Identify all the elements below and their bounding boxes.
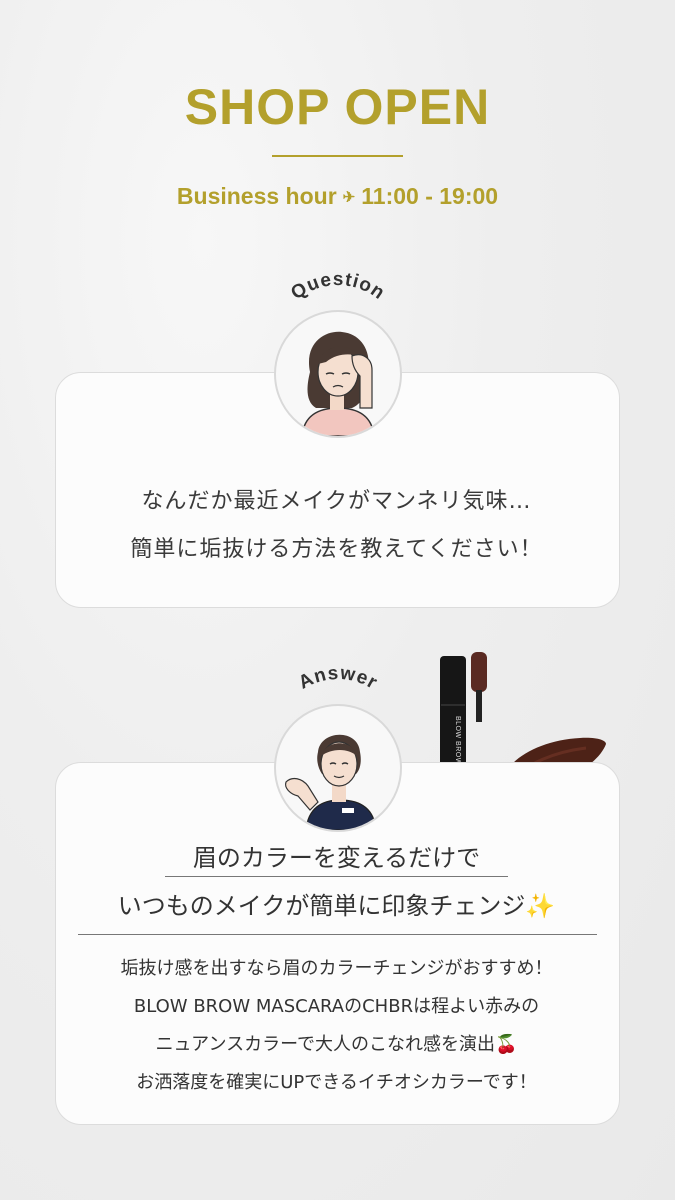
business-hours-value: 11:00 - 19:00 xyxy=(361,183,499,209)
svg-text:Question: Question xyxy=(287,270,389,304)
question-line: なんだか最近メイクがマンネリ気味… xyxy=(141,489,532,514)
svg-text:Answer: Answer xyxy=(295,664,381,694)
business-hours-label: Business hour xyxy=(176,183,337,209)
business-hours: Business hour ✈ 11:00 - 19:00 xyxy=(0,183,675,210)
answer-body-line: 垢抜け感を出すなら眉のカラーチェンジがおすすめ！ xyxy=(120,958,553,979)
staff-woman-illustration xyxy=(285,734,377,830)
headline-underline xyxy=(165,876,508,877)
page-title: SHOP OPEN xyxy=(184,79,491,135)
answer-body-line: お洒落度を確実にUPできるイチオシカラーです！ xyxy=(136,1072,537,1093)
answer-body: 垢抜け感を出すなら眉のカラーチェンジがおすすめ！ BLOW BROW MASCA… xyxy=(55,950,618,1102)
answer-headline-line: いつものメイクが簡単に印象チェンジ✨ xyxy=(117,892,556,920)
answer-body-line: ニュアンスカラーで大人のこなれ感を演出🍒 xyxy=(155,1034,518,1055)
airplane-icon: ✈ xyxy=(342,189,356,206)
question-text: なんだか最近メイクがマンネリ気味… 簡単に垢抜ける方法を教えてください！ xyxy=(55,478,618,574)
headline-underline xyxy=(78,934,597,935)
answer-headline-line: 眉のカラーを変えるだけで xyxy=(192,844,481,872)
answer-label-text: Answer xyxy=(295,664,380,694)
title-divider xyxy=(272,155,403,157)
question-avatar xyxy=(274,310,402,438)
answer-avatar xyxy=(274,704,402,832)
worried-woman-illustration xyxy=(301,331,375,436)
question-line: 簡単に垢抜ける方法を教えてください！ xyxy=(130,537,543,562)
answer-body-line: BLOW BROW MASCARAのCHBRは程よい赤みの xyxy=(133,996,540,1017)
question-label-text: Question xyxy=(287,270,388,304)
